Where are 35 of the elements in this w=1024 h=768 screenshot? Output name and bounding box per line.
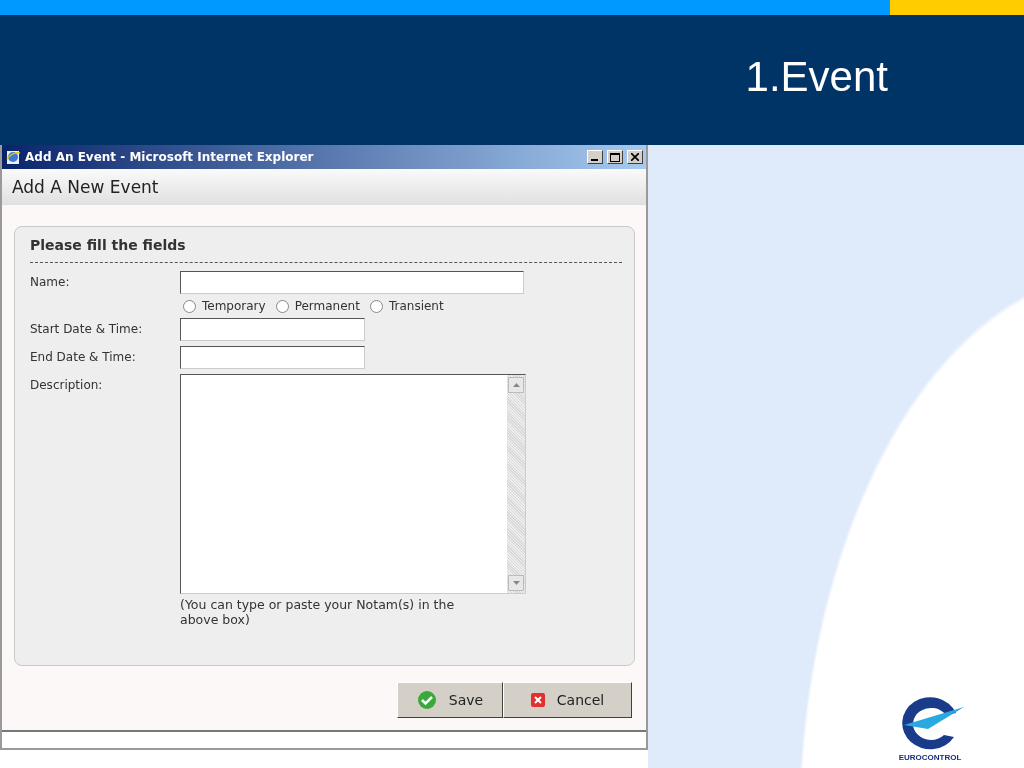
name-field[interactable] [180,271,524,294]
maximize-button[interactable] [607,150,623,164]
field-label: End Date & Time: [30,349,137,364]
window-title: Add An Event - Microsoft Internet Explorer [25,150,315,164]
slide-title: 1.Event [745,53,888,101]
close-icon [530,693,545,707]
field-label: Start Date & Time: [30,321,144,336]
radio-option[interactable]: Permanent [275,299,360,313]
maximize-icon [610,152,620,162]
down-arrow-icon [512,581,520,585]
minimize-button[interactable] [587,150,603,164]
scroll-up-button[interactable] [508,377,524,393]
hint-text: (You can type or paste your Notam(s) in the above box) [180,597,456,627]
date-field[interactable] [180,318,365,341]
field-label: Name: [30,274,71,289]
radio-button[interactable] [183,299,196,313]
check-icon [416,690,437,710]
close-button[interactable] [627,150,643,164]
browser-icon [5,149,21,165]
radio-option[interactable]: Temporary [183,299,266,313]
close-icon [631,153,639,161]
description-field[interactable] [180,374,526,594]
logo-text: EUROCONTROL [898,753,962,762]
radio-option[interactable]: Transient [369,299,444,313]
panel-title: Please fill the fields [30,237,622,263]
cancel-button[interactable]: Cancel [503,682,632,718]
up-arrow-icon [512,383,520,387]
field-label: Description: [30,377,104,392]
radio-button[interactable] [275,299,289,313]
date-field[interactable] [180,346,365,369]
scroll-down-button[interactable] [508,575,524,591]
page-heading: Add A New Event [2,169,646,205]
save-button[interactable]: Save [397,682,503,718]
radio-button[interactable] [369,299,383,313]
scrollbar[interactable] [507,375,525,593]
